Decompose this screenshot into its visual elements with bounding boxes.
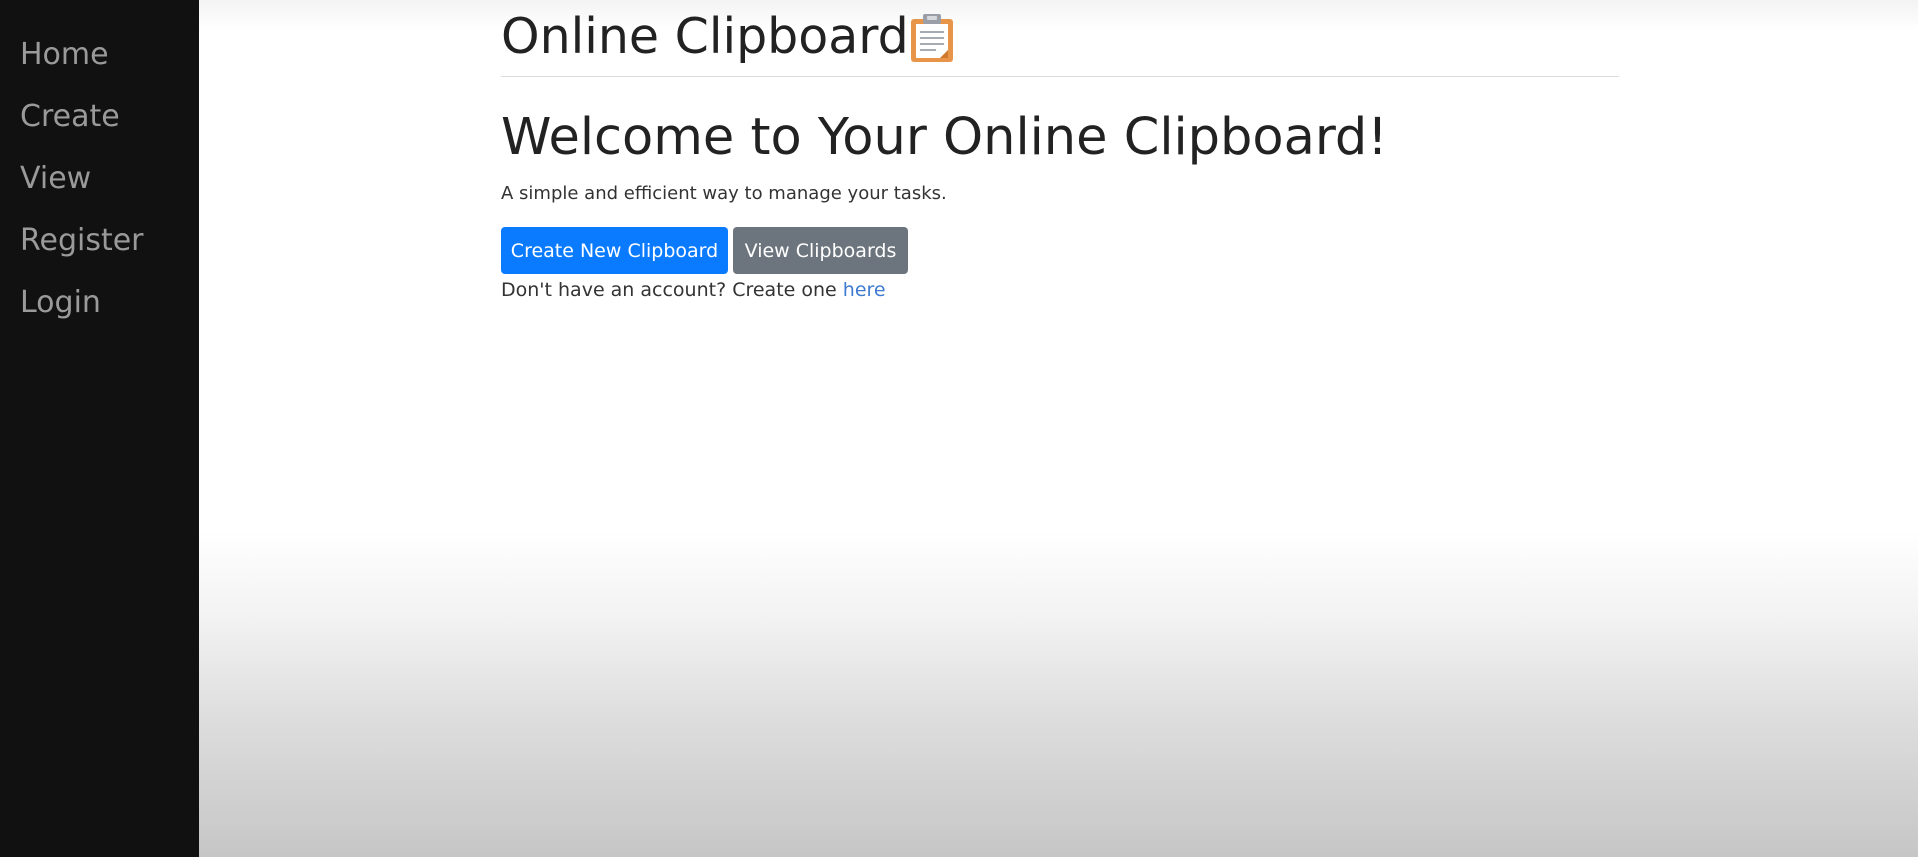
account-note-text: Don't have an account? Create one [501, 279, 843, 301]
sidebar-item-register[interactable]: Register [20, 226, 144, 256]
welcome-heading: Welcome to Your Online Clipboard! [501, 108, 1388, 167]
site-title: Online Clipboard [501, 8, 909, 65]
lead-text: A simple and efficient way to manage you… [501, 183, 947, 204]
sidebar-item-home[interactable]: Home [20, 40, 109, 70]
account-note: Don't have an account? Create one here [501, 279, 886, 301]
sidebar-item-create[interactable]: Create [20, 102, 120, 132]
sidebar-item-login[interactable]: Login [20, 288, 101, 318]
register-here-link[interactable]: here [843, 279, 886, 301]
main-content: Online Clipboard Welcome to Your Online … [199, 0, 1918, 857]
clipboard-icon [911, 14, 953, 62]
title-divider [501, 76, 1619, 77]
create-new-clipboard-button[interactable]: Create New Clipboard [501, 227, 728, 274]
sidebar: Home Create View Register Login [0, 0, 199, 857]
view-clipboards-button[interactable]: View Clipboards [733, 227, 908, 274]
sidebar-item-view[interactable]: View [20, 164, 91, 194]
